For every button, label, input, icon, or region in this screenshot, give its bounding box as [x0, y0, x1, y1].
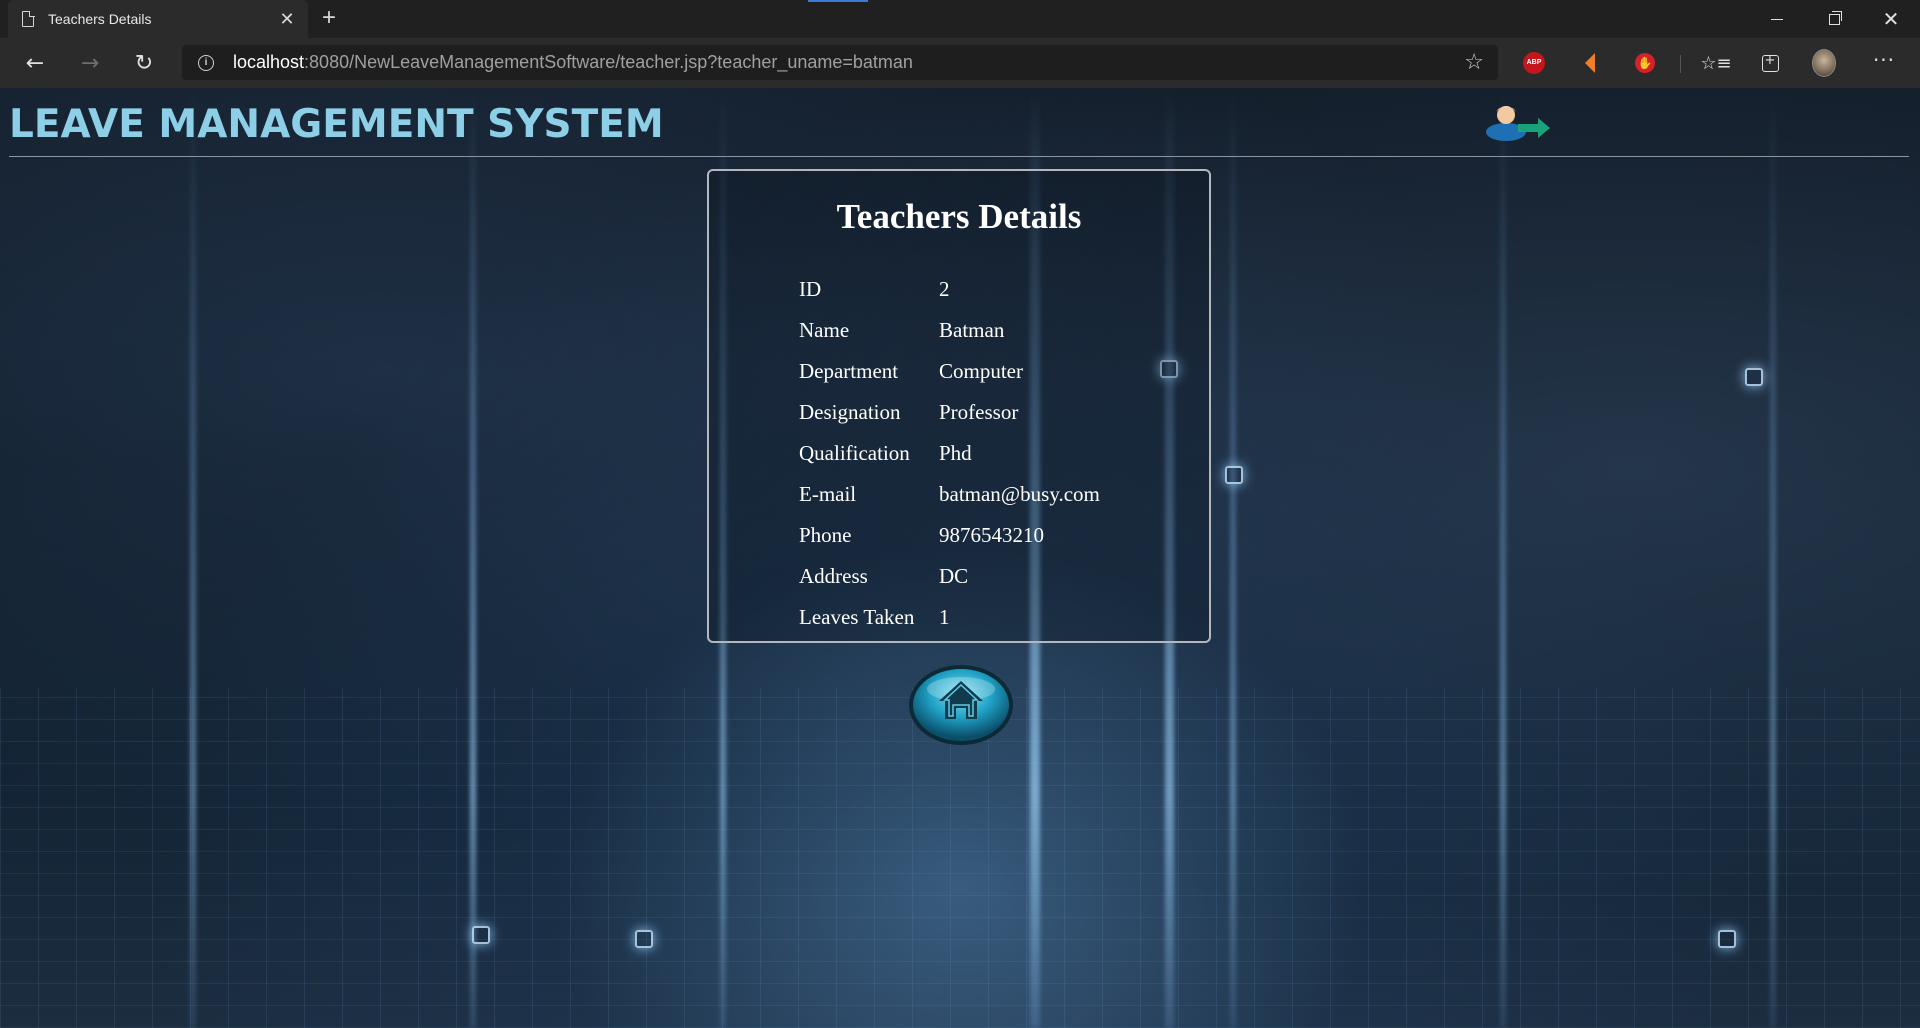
table-row: Name Batman	[799, 310, 1100, 351]
row-label: Department	[799, 359, 899, 383]
browser-nav-bar: ← → ↻ i localhost:8080/NewLeaveManagemen…	[0, 38, 1920, 88]
teacher-details-panel: Teachers Details ID 2 Name Batman Departme…	[707, 169, 1211, 643]
header-divider	[9, 156, 1909, 157]
background-light-node	[635, 930, 653, 948]
table-row: Department Computer	[799, 351, 1100, 392]
row-value: DC	[939, 564, 969, 588]
row-label: Designation	[799, 400, 901, 424]
table-row: Qualification Phd	[799, 433, 1100, 474]
info-icon[interactable]: i	[198, 54, 214, 71]
restore-button[interactable]	[1807, 0, 1861, 38]
extension-icon	[1585, 53, 1595, 73]
url-text[interactable]: localhost:8080/NewLeaveManagementSoftwar…	[233, 52, 913, 73]
row-value: 2	[939, 277, 950, 301]
table-row: E-mail batman@busy.com	[799, 474, 1100, 515]
background-light-node	[1718, 930, 1736, 948]
url-host: localhost	[233, 52, 305, 72]
site-title: LEAVE MANAGEMENT SYSTEM	[9, 102, 664, 147]
toolbar-divider	[1680, 55, 1681, 73]
adblock-icon: ABP	[1523, 52, 1545, 74]
row-value: Batman	[939, 318, 1005, 342]
table-row: Address DC	[799, 556, 1100, 597]
back-button[interactable]: ←	[13, 38, 57, 88]
background-light-beam	[190, 88, 196, 1028]
stop-extension-button[interactable]: ✋	[1633, 51, 1657, 75]
row-value: batman@busy.com	[939, 482, 1100, 506]
background-light-beam	[1770, 88, 1776, 1028]
row-label: Phone	[799, 523, 852, 547]
collections-button[interactable]	[1758, 51, 1782, 75]
row-value: Computer	[939, 359, 1023, 383]
row-label: Leaves Taken	[799, 605, 915, 629]
tab-accent	[808, 0, 868, 2]
row-value: 9876543210	[939, 523, 1044, 547]
extension-button[interactable]	[1578, 51, 1602, 75]
background-light-node	[472, 926, 490, 944]
background-light-node	[1225, 466, 1243, 484]
row-label: Name	[799, 318, 850, 342]
minimize-button[interactable]	[1750, 0, 1804, 38]
background-light-beam	[470, 88, 476, 1028]
background-light-beam	[1500, 88, 1506, 1028]
profile-button[interactable]	[1812, 49, 1836, 77]
row-label: Address	[799, 564, 868, 588]
address-bar[interactable]: i localhost:8080/NewLeaveManagementSoftw…	[182, 45, 1498, 80]
close-window-button[interactable]: ✕	[1864, 0, 1918, 38]
new-tab-button[interactable]: +	[314, 4, 344, 32]
more-menu-button[interactable]: ···	[1872, 48, 1896, 72]
background-light-beam	[1230, 88, 1236, 1028]
adblock-extension-button[interactable]: ABP	[1522, 51, 1546, 75]
tab-title: Teachers Details	[48, 11, 152, 27]
page-icon	[22, 10, 35, 27]
avatar	[1812, 49, 1836, 77]
table-row: Designation Professor	[799, 392, 1100, 433]
table-row: Phone 9876543210	[799, 515, 1100, 556]
hand-stop-icon: ✋	[1635, 53, 1655, 73]
background-light-node	[1745, 368, 1763, 386]
table-row: Leaves Taken 1	[799, 597, 1100, 638]
row-value: Phd	[939, 441, 972, 465]
minimize-icon	[1771, 18, 1783, 20]
browser-tab[interactable]: Teachers Details ✕	[8, 0, 308, 38]
row-value: 1	[939, 605, 950, 629]
row-label: Qualification	[799, 441, 910, 465]
table-row: ID 2	[799, 269, 1100, 310]
favorite-star-icon[interactable]: ☆	[1464, 50, 1484, 75]
reload-button[interactable]: ↻	[122, 38, 166, 88]
logout-icon[interactable]	[1478, 98, 1550, 142]
row-value: Professor	[939, 400, 1019, 424]
home-button[interactable]	[906, 663, 1016, 747]
details-heading: Teachers Details	[836, 197, 1082, 236]
close-tab-icon[interactable]: ✕	[276, 9, 298, 30]
url-path: :8080/NewLeaveManagementSoftware/teacher…	[304, 52, 913, 72]
row-label: ID	[799, 277, 822, 301]
page-content: LEAVE MANAGEMENT SYSTEM Teachers Details…	[0, 88, 1920, 1028]
collections-icon	[1761, 53, 1779, 72]
row-label: E-mail	[799, 482, 857, 506]
restore-icon	[1828, 10, 1842, 25]
browser-tab-bar: Teachers Details ✕ + ✕	[0, 0, 1920, 38]
favorites-button[interactable]: ☆≡	[1700, 51, 1731, 75]
forward-button[interactable]: →	[68, 38, 112, 88]
teacher-details-table: ID 2 Name Batman Department Computer Design…	[799, 269, 1100, 638]
